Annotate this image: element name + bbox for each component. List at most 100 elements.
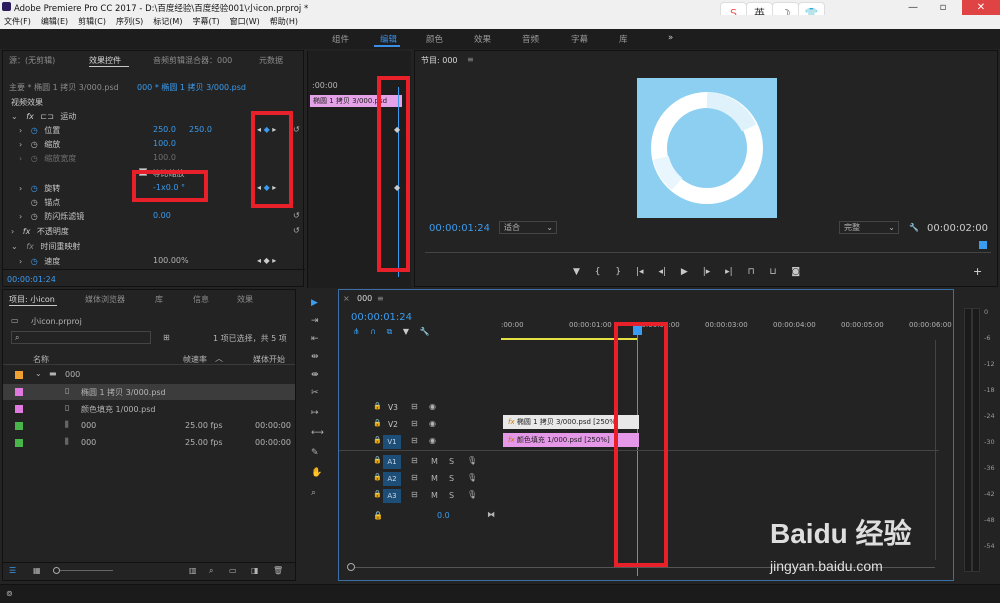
quality-dropdown[interactable]: 完整 ⌄	[839, 221, 899, 234]
lock-icon[interactable]: 🔒	[373, 511, 383, 520]
eye-icon[interactable]: ◉	[429, 419, 436, 428]
menu-edit[interactable]: 编辑(E)	[41, 15, 68, 29]
expand-arrow-icon[interactable]: ›	[19, 212, 22, 221]
tab-project[interactable]: 项目: 小icon	[9, 294, 55, 305]
hand-icon[interactable]: ✋	[311, 468, 322, 478]
expand-arrow-icon[interactable]: ›	[19, 126, 22, 135]
master-clip-label[interactable]: 主要 * 椭圆 1 拷贝 3/000.psd	[9, 82, 119, 93]
icon-view-icon[interactable]: ▦	[33, 566, 41, 575]
workspace-titles[interactable]: 字幕	[571, 33, 588, 45]
ripple-edit-icon[interactable]: ⇤	[311, 334, 319, 344]
stopwatch-icon[interactable]: ◷	[31, 140, 38, 149]
label-color-swatch[interactable]	[15, 439, 23, 447]
master-volume[interactable]: 0.0	[437, 511, 450, 520]
tab-audio-mixer[interactable]: 音频剪辑混合器：000	[153, 55, 232, 66]
add-marker-icon[interactable]: ▼	[573, 267, 580, 277]
sync-lock-icon[interactable]: ⊟	[411, 490, 418, 499]
mark-in-icon[interactable]: {	[595, 267, 601, 277]
menu-sequence[interactable]: 序列(S)	[116, 15, 143, 29]
workspace-effects[interactable]: 效果	[474, 33, 491, 45]
fx-icon[interactable]: fx	[26, 242, 34, 251]
stopwatch-icon[interactable]: ◷	[31, 184, 38, 193]
wrench-icon[interactable]: 🔧	[420, 327, 430, 336]
sync-lock-icon[interactable]: ⊟	[411, 436, 418, 445]
go-to-out-icon[interactable]: ▸|	[725, 267, 733, 277]
step-forward-icon[interactable]: |▸	[703, 267, 711, 277]
lock-icon[interactable]: 🔒	[373, 402, 382, 410]
list-view-icon[interactable]: ☰	[9, 566, 16, 575]
col-fps[interactable]: 帧速率	[183, 354, 207, 365]
new-item-icon[interactable]: ◨	[251, 566, 259, 575]
trash-icon[interactable]: 🗑	[273, 566, 283, 575]
expand-arrow-icon[interactable]: ⌄	[11, 112, 18, 121]
add-button-icon[interactable]: +	[973, 265, 982, 278]
menu-title[interactable]: 字幕(T)	[192, 15, 219, 29]
stopwatch-icon[interactable]: ◷	[31, 198, 38, 207]
source-patch-audio[interactable]: A2	[383, 472, 401, 486]
fx-icon[interactable]: fx	[26, 112, 34, 121]
workspace-audio[interactable]: 音频	[522, 33, 539, 45]
scrollbar-handle[interactable]	[347, 563, 355, 571]
expand-arrow-icon[interactable]: ›	[19, 184, 22, 193]
anti-flicker-value[interactable]: 0.00	[153, 211, 171, 220]
expand-arrow-icon[interactable]: ›	[19, 257, 22, 266]
menu-help[interactable]: 帮助(H)	[270, 15, 298, 29]
lock-icon[interactable]: 🔒	[373, 473, 382, 481]
list-item[interactable]: ▬ ⌄ 000	[3, 367, 295, 383]
col-start[interactable]: 媒体开始	[253, 354, 285, 365]
motion-row[interactable]: ⌄ fx ⊏⊐ 运动	[11, 111, 76, 122]
eye-icon[interactable]: ◉	[429, 402, 436, 411]
track-select-icon[interactable]: ⇥	[311, 316, 319, 326]
workspace-assembly[interactable]: 组件	[332, 33, 349, 45]
razor-icon[interactable]: ✂	[311, 388, 319, 398]
microphone-icon[interactable]: 🎙	[467, 473, 477, 482]
stopwatch-icon[interactable]: ◷	[31, 212, 38, 221]
program-monitor-title[interactable]: 节目: 000	[421, 55, 458, 66]
lift-icon[interactable]: ⊓	[748, 267, 755, 277]
lock-icon[interactable]: 🔒	[373, 436, 382, 444]
scale-value[interactable]: 100.0	[153, 139, 176, 148]
expand-arrow-icon[interactable]: ›	[11, 227, 14, 236]
workspace-color[interactable]: 颜色	[426, 33, 443, 45]
solo-button[interactable]: S	[449, 457, 454, 466]
stopwatch-icon[interactable]: ◷	[31, 126, 38, 135]
reset-icon[interactable]: ↺	[293, 125, 300, 134]
fx-icon[interactable]: fx	[23, 227, 31, 236]
close-tab-icon[interactable]: ×	[343, 294, 350, 303]
pen-icon[interactable]: ✎	[311, 448, 319, 458]
sync-lock-icon[interactable]: ⊟	[411, 402, 418, 411]
mute-button[interactable]: M	[431, 491, 438, 500]
expand-arrow-icon[interactable]: ⌄	[35, 369, 42, 378]
tab-metadata[interactable]: 元数据	[259, 55, 283, 66]
playhead-timecode[interactable]: 00:00:01:24	[429, 223, 490, 234]
extract-icon[interactable]: ⊔	[769, 267, 776, 277]
label-color-swatch[interactable]	[15, 405, 23, 413]
zoom-icon[interactable]: ⌕	[311, 488, 316, 498]
col-name[interactable]: 名称	[33, 354, 49, 365]
label-color-swatch[interactable]	[15, 422, 23, 430]
time-remap-row[interactable]: ⌄ fx 时间重映射	[11, 241, 80, 252]
monitor-playhead[interactable]	[979, 241, 987, 249]
vertical-scrollbar[interactable]	[935, 340, 941, 560]
track-label[interactable]: V2	[388, 420, 398, 429]
opacity-row[interactable]: › fx 不透明度	[11, 226, 69, 237]
sync-lock-icon[interactable]: ⊟	[411, 419, 418, 428]
position-x-value[interactable]: 250.0	[153, 125, 176, 134]
nest-icon[interactable]: ⋔	[353, 327, 360, 336]
source-patch-v1[interactable]: V1	[383, 435, 401, 449]
list-item[interactable]: ⫼ 000 25.00 fps 00:00:00	[3, 418, 295, 434]
menu-window[interactable]: 窗口(W)	[230, 15, 260, 29]
track-label[interactable]: V3	[388, 403, 398, 412]
tab-media-browser[interactable]: 媒体浏览器	[85, 294, 125, 305]
menu-marker[interactable]: 标记(M)	[153, 15, 182, 29]
mark-out-icon[interactable]: }	[615, 267, 621, 277]
label-color-swatch[interactable]	[15, 371, 23, 379]
menu-clip[interactable]: 剪辑(C)	[78, 15, 106, 29]
expand-arrow-icon[interactable]: ›	[19, 140, 22, 149]
minimize-button[interactable]: —	[900, 0, 926, 15]
label-color-swatch[interactable]	[15, 388, 23, 396]
camera-icon[interactable]: ◙	[791, 267, 800, 277]
selection-tool-icon[interactable]: ▶	[311, 298, 318, 308]
play-icon[interactable]: ▶	[681, 267, 688, 277]
source-patch-audio[interactable]: A3	[383, 489, 401, 503]
